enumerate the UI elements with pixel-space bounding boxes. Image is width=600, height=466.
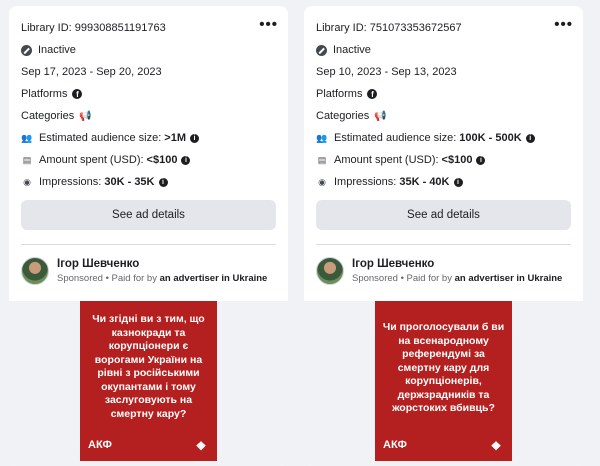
spent-label: Amount spent (USD): — [334, 154, 439, 166]
library-id: Library ID: 999308851191763 — [21, 22, 166, 34]
facebook-icon: f — [367, 89, 378, 99]
platforms-row: Platforms f — [21, 86, 276, 102]
impressions-label: Impressions: — [334, 176, 397, 188]
advertiser-name[interactable]: Ігор Шевченко — [352, 258, 562, 270]
info-icon[interactable]: i — [181, 155, 191, 165]
impressions-row: ◉ Impressions: 30K - 35K i — [21, 174, 276, 190]
platforms-label: Platforms — [316, 88, 363, 100]
more-options-icon[interactable]: ••• — [554, 16, 573, 33]
audience-value: 100K - 500K — [459, 132, 522, 144]
spent-row: ▤ Amount spent (USD): <$100 i — [316, 152, 571, 168]
poster-brand: АКФ — [88, 439, 112, 451]
see-ad-details-button[interactable]: See ad details — [316, 200, 571, 230]
date-range: Sep 17, 2023 - Sep 20, 2023 — [21, 66, 162, 78]
info-icon[interactable]: i — [190, 133, 200, 143]
categories-label: Categories — [21, 110, 75, 122]
paid-by-prefix: • Paid for by — [102, 273, 160, 284]
inactive-icon — [21, 44, 32, 56]
info-icon[interactable]: i — [476, 155, 486, 165]
info-icon[interactable]: i — [525, 133, 535, 143]
eye-icon: ◉ — [318, 176, 326, 187]
audience-row: 👥 Estimated audience size: 100K - 500K i — [316, 130, 571, 146]
categories-row: Categories 📢 — [316, 108, 571, 124]
money-icon: ▤ — [22, 154, 32, 165]
divider — [21, 244, 276, 245]
facebook-icon: f — [72, 89, 83, 99]
audience-label: Estimated audience size: — [39, 132, 162, 144]
ad-creative[interactable]: Чи згідні ви з тим, що казнокради та кор… — [9, 301, 288, 466]
status-row: Inactive — [316, 42, 571, 58]
audience-value: >1M — [164, 132, 187, 144]
poster-text: Чи згідні ви з тим, що казнокради та кор… — [92, 313, 205, 420]
library-id: Library ID: 751073353672567 — [316, 22, 462, 34]
poster-brand: АКФ — [383, 439, 407, 451]
inactive-icon — [316, 44, 327, 56]
advertiser-block: Ігор Шевченко Sponsored • Paid for by an… — [316, 257, 571, 285]
impressions-label: Impressions: — [39, 176, 102, 188]
people-icon: 👥 — [316, 132, 328, 143]
avatar[interactable] — [316, 257, 344, 285]
impressions-value: 35K - 40K — [399, 176, 450, 188]
poster-text: Чи проголосували б ви на всенародному ре… — [382, 321, 505, 414]
ornament-icon: ❖ — [195, 439, 207, 453]
ad-poster: Чи проголосували б ви на всенародному ре… — [375, 301, 512, 461]
ad-creative[interactable]: Чи проголосували б ви на всенародному ре… — [304, 301, 583, 466]
categories-label: Categories — [316, 110, 370, 122]
more-options-icon[interactable]: ••• — [259, 16, 278, 33]
ad-card: Library ID: 999308851191763 ••• Inactive… — [9, 6, 288, 466]
info-icon[interactable]: i — [158, 177, 168, 187]
audience-label: Estimated audience size: — [334, 132, 457, 144]
info-icon[interactable]: i — [453, 177, 463, 187]
megaphone-icon: 📢 — [79, 110, 92, 122]
sponsored-label: Sponsored — [352, 273, 398, 284]
spent-value: <$100 — [146, 154, 178, 166]
date-range: Sep 10, 2023 - Sep 13, 2023 — [316, 66, 457, 78]
advertiser-block: Ігор Шевченко Sponsored • Paid for by an… — [21, 257, 276, 285]
status-row: Inactive — [21, 42, 276, 58]
spent-label: Amount spent (USD): — [39, 154, 144, 166]
sponsored-label: Sponsored — [57, 273, 103, 284]
ad-poster: Чи згідні ви з тим, що казнокради та кор… — [80, 301, 217, 461]
eye-icon: ◉ — [23, 176, 31, 187]
platforms-row: Platforms f — [316, 86, 571, 102]
see-ad-details-button[interactable]: See ad details — [21, 200, 276, 230]
ad-card: Library ID: 751073353672567 ••• Inactive… — [304, 6, 583, 466]
megaphone-icon: 📢 — [374, 110, 387, 122]
divider — [316, 244, 571, 245]
status-text: Inactive — [333, 44, 371, 56]
spent-row: ▤ Amount spent (USD): <$100 i — [21, 152, 276, 168]
advertiser-name[interactable]: Ігор Шевченко — [57, 258, 267, 270]
paid-by-value: an advertiser in Ukraine — [454, 273, 563, 284]
paid-by-prefix: • Paid for by — [397, 273, 455, 284]
paid-by-value: an advertiser in Ukraine — [159, 273, 268, 284]
status-text: Inactive — [38, 44, 76, 56]
money-icon: ▤ — [317, 154, 327, 165]
sponsored-line: Sponsored • Paid for by an advertiser in… — [352, 273, 562, 284]
people-icon: 👥 — [21, 132, 33, 143]
sponsored-line: Sponsored • Paid for by an advertiser in… — [57, 273, 267, 284]
spent-value: <$100 — [441, 154, 473, 166]
avatar[interactable] — [21, 257, 49, 285]
platforms-label: Platforms — [21, 88, 68, 100]
impressions-value: 30K - 35K — [104, 176, 155, 188]
impressions-row: ◉ Impressions: 35K - 40K i — [316, 174, 571, 190]
ornament-icon: ❖ — [490, 439, 502, 453]
categories-row: Categories 📢 — [21, 108, 276, 124]
audience-row: 👥 Estimated audience size: >1M i — [21, 130, 276, 146]
